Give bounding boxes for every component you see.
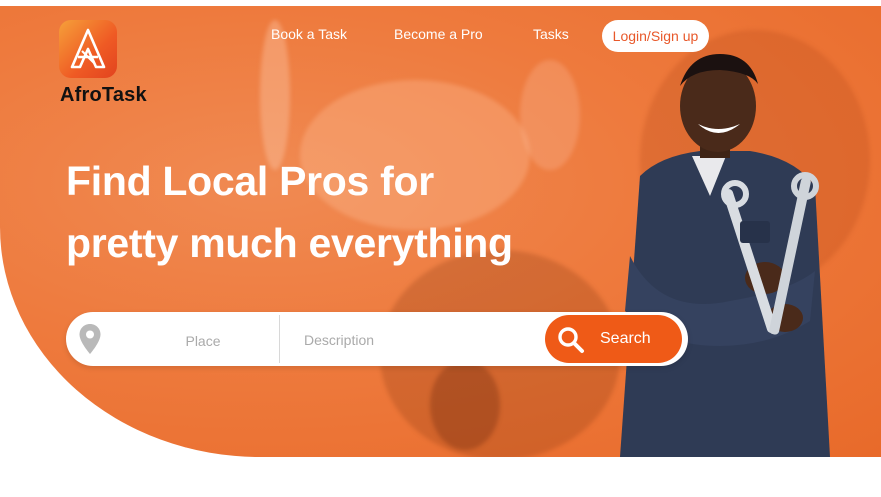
hero-section: AfroTask Book a Task Become a Pro Tasks … bbox=[0, 0, 881, 497]
nav-tasks[interactable]: Tasks bbox=[533, 26, 569, 42]
brand-name[interactable]: AfroTask bbox=[60, 84, 147, 107]
location-pin-icon bbox=[79, 324, 101, 354]
headline-line-1: Find Local Pros for bbox=[66, 158, 434, 204]
place-input[interactable] bbox=[126, 329, 280, 353]
search-divider bbox=[279, 315, 280, 363]
description-input[interactable] bbox=[302, 328, 536, 352]
headline-line-2: pretty much everything bbox=[66, 220, 513, 266]
nav-book-a-task[interactable]: Book a Task bbox=[271, 26, 347, 42]
hero-headline: Find Local Pros for pretty much everythi… bbox=[66, 150, 513, 274]
nav-become-a-pro[interactable]: Become a Pro bbox=[394, 26, 483, 42]
search-button-label: Search bbox=[600, 330, 651, 347]
worker-photo bbox=[620, 54, 830, 457]
magnifier-icon bbox=[558, 327, 584, 353]
search-button[interactable]: Search bbox=[545, 315, 682, 363]
task-search-bar: Search bbox=[66, 312, 688, 366]
top-nav: Book a Task Become a Pro Tasks bbox=[0, 26, 881, 48]
